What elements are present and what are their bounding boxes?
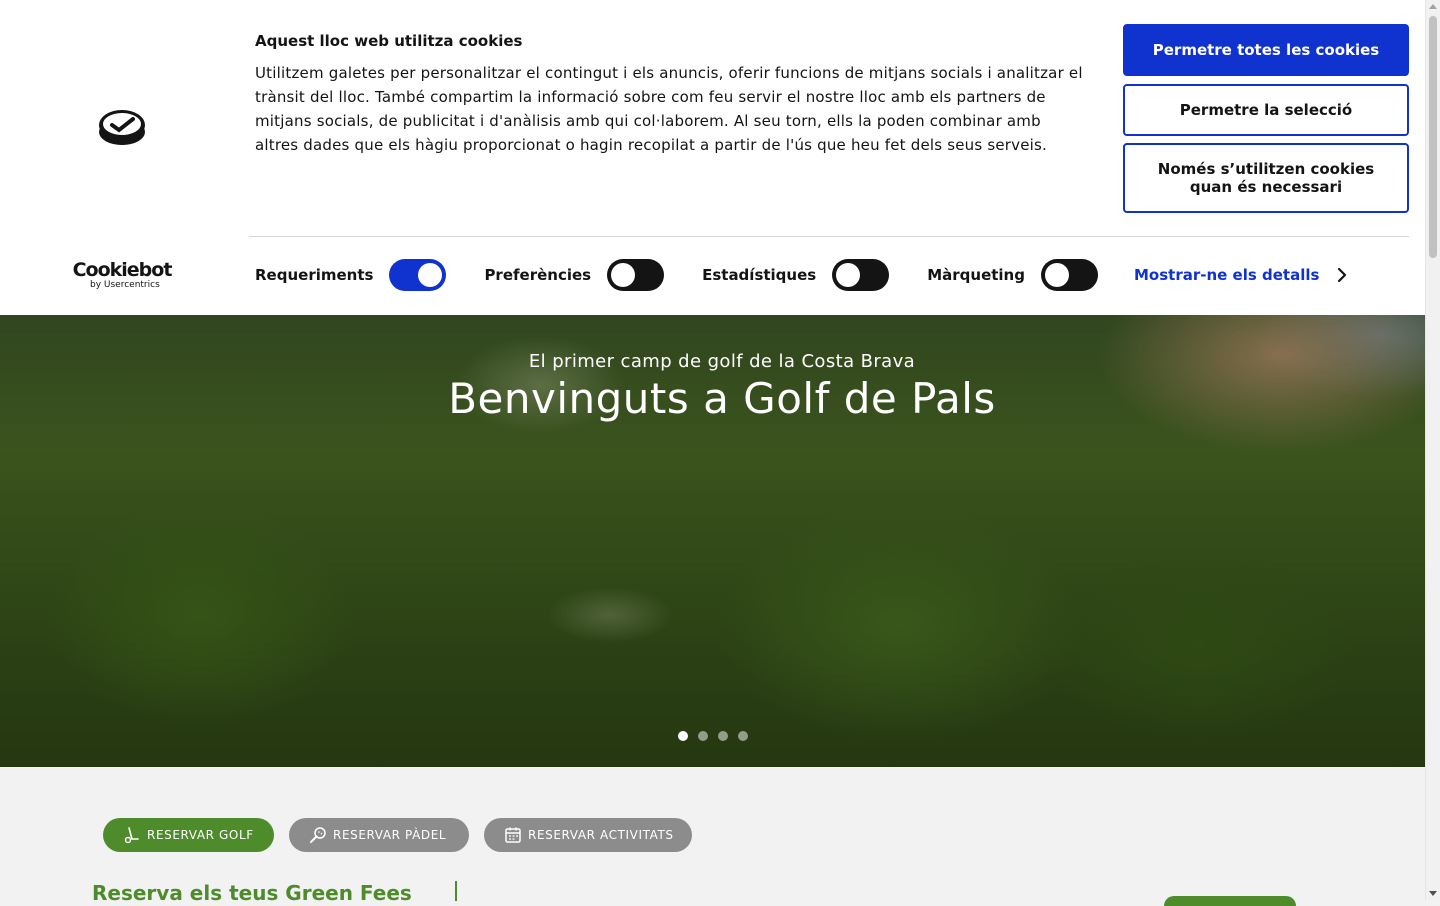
statistics-switch[interactable] [832,259,890,291]
book-activities-button[interactable]: RESERVAR ACTIVITATS [484,818,692,852]
calendar-icon [505,827,521,843]
carousel-dot-3[interactable] [718,731,728,741]
cookiebot-logo-icon [99,110,145,145]
switch-knob [836,263,861,287]
necessary-only-button[interactable]: Només s’utilitzen cookies quan és necess… [1123,143,1409,213]
carousel-dots [678,731,748,741]
allow-all-button[interactable]: Permetre totes les cookies [1123,24,1409,76]
toggle-label: Estadístiques [702,266,817,284]
toggle-statistics: Estadístiques [702,259,890,291]
hero-subtitle: El primer camp de golf de la Costa Brava [528,351,916,372]
hero-carousel: El primer camp de golf de la Costa Brava… [0,315,1425,767]
cookiebot-brand: Cookiebot by Usercentrics [70,260,174,290]
book-padel-label: RESERVAR PÀDEL [333,828,447,842]
carousel-dot-1[interactable] [678,731,688,741]
book-golf-button[interactable]: RESERVAR GOLF [103,818,274,852]
toggle-label: Preferències [484,266,592,284]
toggle-label: Màrqueting [927,266,1025,284]
golf-trolley-icon [124,827,139,844]
scroll-thumb[interactable] [1429,16,1437,258]
book-golf-label: RESERVAR GOLF [147,828,254,842]
toggle-requirements: Requeriments [255,259,447,291]
cookie-title: Aquest lloc web utilitza cookies [255,32,523,50]
hero-texts: El primer camp de golf de la Costa Brava… [0,351,1425,423]
marketing-switch[interactable] [1040,259,1098,291]
book-padel-button[interactable]: RESERVAR PÀDEL [289,818,469,852]
partial-button[interactable] [1164,896,1296,906]
brand-subtitle: by Usercentrics [90,280,160,290]
book-activities-label: RESERVAR ACTIVITATS [528,828,674,842]
hero-title: Benvinguts a Golf de Pals [448,374,996,423]
switch-knob [418,263,443,287]
cookie-description: Utilitzem galetes per personalitzar el c… [255,64,1083,154]
scroll-up-icon[interactable] [1429,4,1437,9]
show-details-link[interactable]: Mostrar-ne els detalls [1134,266,1347,284]
heading-divider [455,881,457,901]
toggle-label: Requeriments [255,266,374,284]
booking-section: RESERVAR GOLF RESERVAR PÀDEL RESERVAR AC… [0,767,1425,906]
preferences-switch[interactable] [607,259,665,291]
brand-name: Cookiebot [72,259,173,281]
toggle-preferences: Preferències [484,259,665,291]
carousel-dot-4[interactable] [738,731,748,741]
details-label: Mostrar-ne els detalls [1134,266,1320,284]
carousel-dot-2[interactable] [698,731,708,741]
divider [249,236,1409,237]
padel-racket-icon [310,827,326,843]
switch-knob [1044,263,1069,287]
chevron-right-icon [1338,267,1347,283]
scroll-down-icon[interactable] [1429,891,1437,896]
toggle-marketing: Màrqueting [927,259,1098,291]
allow-selection-button[interactable]: Permetre la selecció [1123,84,1409,136]
page-scrollbar[interactable] [1425,0,1440,900]
green-fees-heading: Reserva els teus Green Fees [92,881,412,905]
switch-knob [611,263,636,287]
cookie-consent-banner: Cookiebot by Usercentrics Aquest lloc we… [0,0,1425,315]
consent-toggles: Requeriments Preferències Estadístiques … [255,258,1098,292]
requirements-switch[interactable] [389,259,447,291]
